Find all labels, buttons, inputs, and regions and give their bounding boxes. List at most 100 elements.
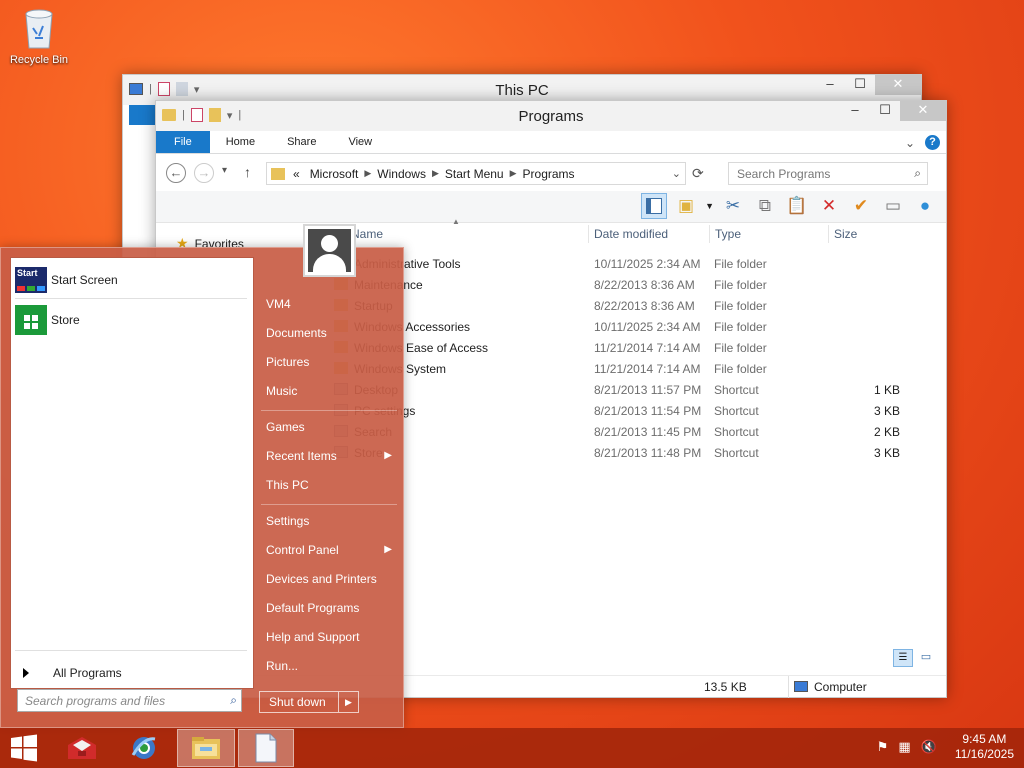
delete-icon[interactable]: ✕ (816, 193, 842, 219)
breadcrumb-chevron-icon[interactable]: ▶ (432, 168, 439, 179)
up-button[interactable]: ↑ (244, 164, 251, 180)
start-item-recent-items[interactable]: Recent Items ▶ (266, 446, 396, 466)
file-date-modified: 8/21/2013 11:48 PM (594, 446, 702, 460)
user-avatar[interactable] (303, 224, 356, 277)
preview-pane-icon[interactable] (641, 193, 668, 219)
start-item-run[interactable]: Run... (266, 656, 396, 676)
back-window-ribbon (129, 105, 155, 125)
back-button[interactable]: ← (166, 163, 186, 183)
pinned-store[interactable]: Store (15, 302, 247, 338)
address-row: ← → ▾ ↑ « Microsoft ▶ Windows ▶ Start Me… (156, 155, 946, 191)
file-date-modified: 10/11/2025 2:34 AM (594, 257, 701, 271)
ribbon-right-controls: ⌄ ? (905, 135, 940, 150)
select-folder-icon[interactable]: ▣ (673, 193, 699, 219)
address-dropdown-icon[interactable]: ⌄ (672, 167, 681, 180)
column-header-size[interactable]: Size (834, 227, 857, 247)
start-item-this-pc[interactable]: This PC (266, 475, 396, 495)
rename-icon[interactable]: ✔ (848, 193, 874, 219)
all-programs-button[interactable]: All Programs (15, 666, 122, 680)
paste-icon[interactable]: 📋 (784, 193, 810, 219)
refresh-button[interactable]: ⟳ (692, 165, 704, 182)
toolbox-icon (68, 737, 96, 759)
pinned-label: Store (51, 313, 80, 327)
start-item-pictures[interactable]: Pictures (266, 352, 396, 372)
breadcrumb-chevron-icon[interactable]: ▶ (510, 168, 517, 179)
search-icon: ⌕ (914, 166, 921, 180)
column-header-type[interactable]: Type (715, 227, 741, 247)
file-date-modified: 8/22/2013 8:36 AM (594, 278, 695, 292)
file-type: Shortcut (714, 425, 759, 439)
minimize-button[interactable]: – (815, 75, 845, 95)
address-bar[interactable]: « Microsoft ▶ Windows ▶ Start Menu ▶ Pro… (266, 162, 686, 185)
large-icons-view-button[interactable]: ▭ (917, 649, 935, 667)
breadcrumb-item-microsoft[interactable]: Microsoft (304, 167, 365, 181)
start-item-help-and-support[interactable]: Help and Support (266, 627, 396, 647)
start-item-vm4[interactable]: VM4 (266, 294, 396, 314)
help-icon[interactable]: ? (925, 135, 940, 150)
maximize-button[interactable]: ☐ (845, 75, 875, 95)
clock-date: 11/16/2025 (954, 747, 1014, 761)
minimize-button[interactable]: – (840, 101, 870, 121)
start-item-games[interactable]: Games (266, 417, 396, 437)
window-title: Programs (518, 108, 584, 125)
taskbar-app-internet-explorer[interactable] (116, 729, 172, 767)
breadcrumb-chevron-icon[interactable]: ▶ (364, 168, 371, 179)
titlebar[interactable]: | ▾ | Programs – ☐ ✕ (156, 101, 946, 131)
action-center-flag-icon[interactable]: ⚑ (877, 739, 889, 755)
start-item-label: Run... (266, 659, 299, 673)
file-type: Shortcut (714, 446, 759, 460)
start-item-control-panel[interactable]: Control Panel ▶ (266, 540, 396, 560)
start-item-documents[interactable]: Documents (266, 323, 396, 343)
clock[interactable]: 9:45 AM 11/16/2025 (955, 732, 1014, 762)
taskbar: ⚑ ▦ 🔇 9:45 AM 11/16/2025 (0, 728, 1024, 768)
start-search-input[interactable]: Search programs and files ⌕ (17, 689, 242, 712)
toolbar-icons: ▣ ▼ ✂ ⧉ 📋 ✕ ✔ ▭ ● (641, 193, 938, 219)
column-divider (709, 225, 710, 243)
start-item-label: Devices and Printers (266, 572, 377, 586)
start-item-label: Music (266, 384, 298, 398)
column-header-date[interactable]: Date modified (594, 227, 668, 247)
close-button[interactable]: ✕ (900, 101, 946, 121)
breadcrumb-item-start-menu[interactable]: Start Menu (439, 167, 510, 181)
pinned-start-screen[interactable]: Start Start Screen (15, 262, 247, 298)
breadcrumb-overflow[interactable]: « (289, 167, 304, 181)
network-globe-icon[interactable]: ● (912, 193, 938, 219)
start-item-devices-and-printers[interactable]: Devices and Printers (266, 569, 396, 589)
file-size: 3 KB (873, 446, 900, 460)
copy-icon[interactable]: ⧉ (752, 193, 778, 219)
volume-muted-icon[interactable]: 🔇 (921, 739, 937, 755)
search-input[interactable]: Search Programs ⌕ (728, 162, 928, 185)
tab-share[interactable]: Share (271, 131, 332, 153)
tab-view[interactable]: View (332, 131, 388, 153)
breadcrumb-item-programs[interactable]: Programs (517, 167, 581, 181)
shutdown-button[interactable]: Shut down ▶ (259, 691, 359, 713)
shutdown-options-arrow-icon[interactable]: ▶ (338, 692, 358, 712)
document-icon (255, 733, 277, 763)
start-item-default-programs[interactable]: Default Programs (266, 598, 396, 618)
network-icon[interactable]: ▦ (898, 739, 910, 755)
details-view-button[interactable]: ☰ (893, 649, 913, 667)
forward-button[interactable]: → (194, 163, 214, 183)
taskbar-app-document[interactable] (238, 729, 294, 767)
file-explorer-icon (192, 737, 220, 759)
recycle-bin-shortcut[interactable]: Recycle Bin (6, 6, 72, 66)
tab-file[interactable]: File (156, 131, 210, 153)
recent-locations-icon[interactable]: ▾ (222, 165, 227, 176)
start-button[interactable] (0, 729, 48, 767)
maximize-button[interactable]: ☐ (870, 101, 900, 121)
expand-ribbon-icon[interactable]: ⌄ (905, 136, 915, 150)
taskbar-app-file-explorer[interactable] (177, 729, 235, 767)
breadcrumb-item-windows[interactable]: Windows (371, 167, 432, 181)
folder-icon (271, 167, 285, 180)
start-item-music[interactable]: Music (266, 381, 396, 401)
sort-indicator-icon: ▲ (452, 217, 460, 226)
tab-home[interactable]: Home (210, 131, 271, 153)
window-title: This PC (495, 82, 549, 99)
taskbar-app-toolbox[interactable] (54, 729, 110, 767)
start-item-label: Control Panel (266, 543, 339, 557)
start-item-settings[interactable]: Settings (266, 511, 396, 531)
dropdown-arrow-icon[interactable]: ▼ (705, 193, 714, 219)
cut-icon[interactable]: ✂ (720, 193, 746, 219)
properties-icon[interactable]: ▭ (880, 193, 906, 219)
close-button[interactable]: ✕ (875, 75, 921, 95)
